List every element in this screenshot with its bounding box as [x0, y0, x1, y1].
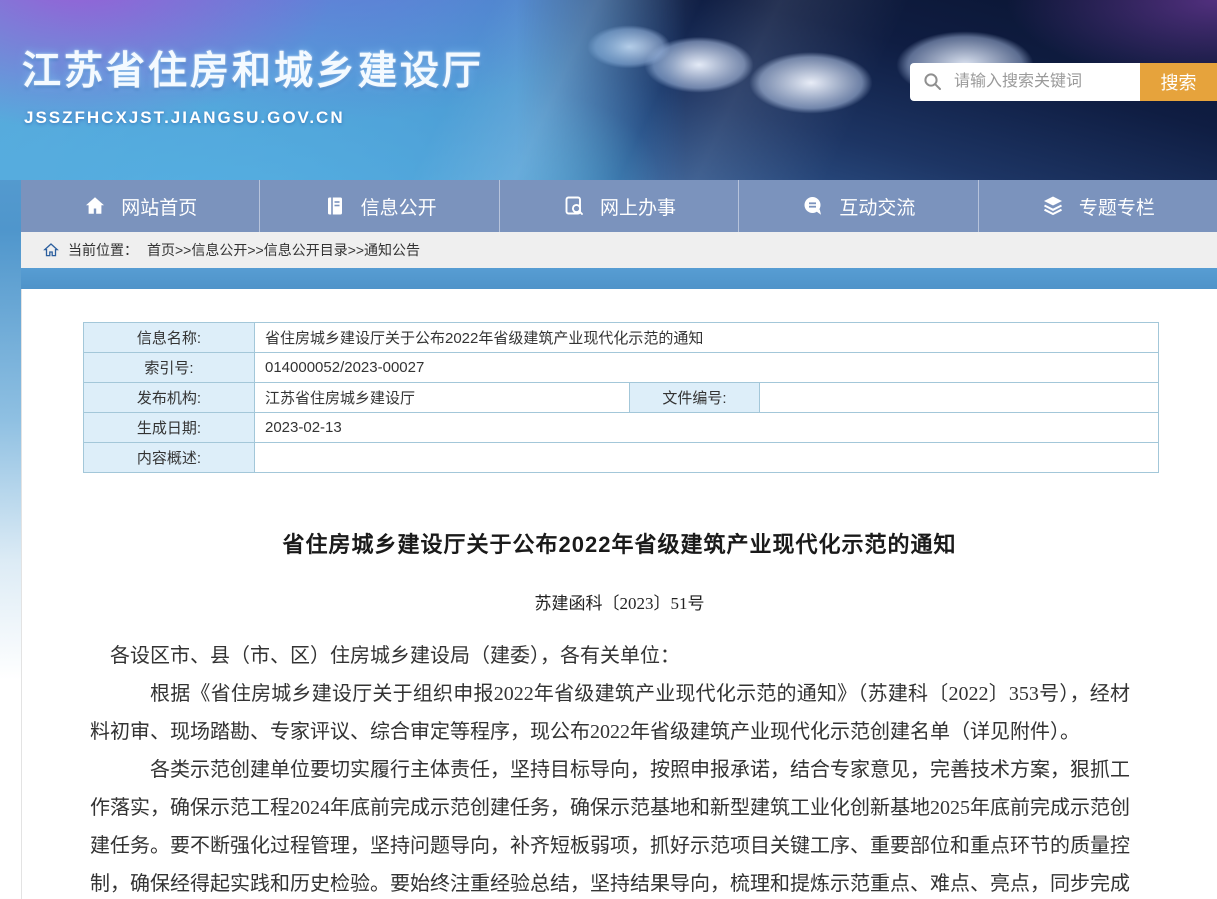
- nav-item-label: 互动交流: [839, 193, 915, 220]
- table-row: 内容概述:: [84, 443, 1159, 473]
- search-input-wrap: [910, 63, 1140, 101]
- info-label: 索引号:: [84, 353, 255, 383]
- table-row: 索引号: 014000052/2023-00027: [84, 353, 1159, 383]
- search-bar: 搜索: [910, 63, 1217, 101]
- nav-item-label: 专题专栏: [1079, 193, 1155, 220]
- layers-icon: [1041, 194, 1065, 218]
- nav-item-online-services[interactable]: 网上办事: [500, 180, 739, 232]
- nav-item-info-disclosure[interactable]: 信息公开: [260, 180, 499, 232]
- info-value: 014000052/2023-00027: [255, 353, 1159, 383]
- info-value: 2023-02-13: [255, 413, 1159, 443]
- blue-divider-band: [21, 268, 1217, 289]
- main-nav: 网站首页 信息公开 网上办事 互动交流 专题: [21, 180, 1217, 232]
- info-value: 省住房城乡建设厅关于公布2022年省级建筑产业现代化示范的通知: [255, 323, 1159, 353]
- info-label: 内容概述:: [84, 443, 255, 473]
- info-label: 生成日期:: [84, 413, 255, 443]
- table-row: 信息名称: 省住房城乡建设厅关于公布2022年省级建筑产业现代化示范的通知: [84, 323, 1159, 353]
- info-value: 江苏省住房城乡建设厅: [255, 383, 630, 413]
- document-number: 苏建函科〔2023〕51号: [22, 589, 1217, 614]
- search-icon: [923, 72, 943, 92]
- breadcrumb-home-icon: [43, 242, 59, 258]
- article-paragraph: 各类示范创建单位要切实履行主体责任，坚持目标导向，按照申报承诺，结合专家意见，完…: [90, 751, 1130, 899]
- nav-item-home[interactable]: 网站首页: [21, 180, 260, 232]
- breadcrumb: 当前位置： 首页>>信息公开>>信息公开目录>>通知公告: [21, 232, 1217, 268]
- search-button[interactable]: 搜索: [1140, 63, 1217, 101]
- info-label: 发布机构:: [84, 383, 255, 413]
- article-paragraph: 根据《省住房城乡建设厅关于组织申报2022年省级建筑产业现代化示范的通知》（苏建…: [90, 675, 1130, 751]
- breadcrumb-path[interactable]: 首页>>信息公开>>信息公开目录>>通知公告: [147, 240, 420, 260]
- table-row: 生成日期: 2023-02-13: [84, 413, 1159, 443]
- nav-item-special-topics[interactable]: 专题专栏: [979, 180, 1217, 232]
- info-value: [760, 383, 1159, 413]
- nav-item-interaction[interactable]: 互动交流: [739, 180, 978, 232]
- home-icon: [83, 194, 107, 218]
- info-value: [255, 443, 1159, 473]
- info-label: 信息名称:: [84, 323, 255, 353]
- site-url: JSSZFHCXJST.JIANGSU.GOV.CN: [24, 108, 345, 128]
- chat-icon: [801, 194, 825, 218]
- nav-item-label: 网上办事: [600, 193, 676, 220]
- info-table: 信息名称: 省住房城乡建设厅关于公布2022年省级建筑产业现代化示范的通知 索引…: [83, 322, 1159, 473]
- table-row: 发布机构: 江苏省住房城乡建设厅 文件编号:: [84, 383, 1159, 413]
- search-input[interactable]: [910, 63, 1140, 101]
- services-search-icon: [562, 194, 586, 218]
- article-paragraph: 各设区市、县（市、区）住房城乡建设局（建委），各有关单位：: [90, 637, 1130, 675]
- article-body: 各设区市、县（市、区）住房城乡建设局（建委），各有关单位： 根据《省住房城乡建设…: [90, 637, 1130, 899]
- breadcrumb-prefix: 当前位置：: [68, 240, 138, 260]
- site-title: 江苏省住房和城乡建设厅: [22, 40, 484, 96]
- site-header-banner: 江苏省住房和城乡建设厅 JSSZFHCXJST.JIANGSU.GOV.CN 搜…: [0, 0, 1217, 180]
- nav-item-label: 信息公开: [361, 193, 437, 220]
- nav-item-label: 网站首页: [121, 193, 197, 220]
- info-label: 文件编号:: [630, 383, 760, 413]
- document-icon: [323, 194, 347, 218]
- article-title: 省住房城乡建设厅关于公布2022年省级建筑产业现代化示范的通知: [62, 527, 1177, 559]
- content-card: 信息名称: 省住房城乡建设厅关于公布2022年省级建筑产业现代化示范的通知 索引…: [21, 289, 1217, 899]
